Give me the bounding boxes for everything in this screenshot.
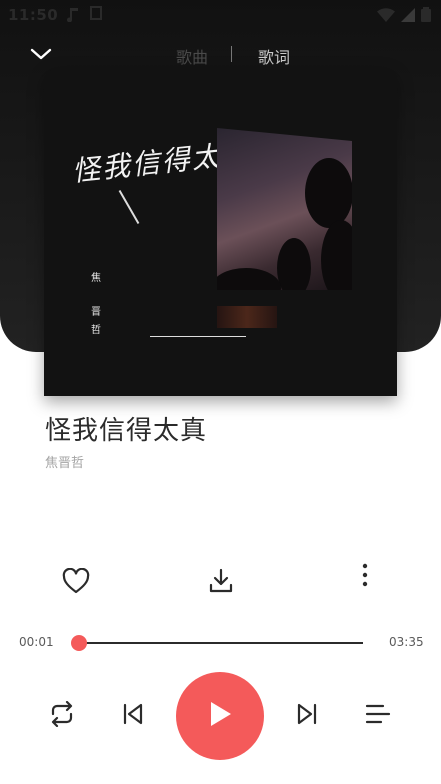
- cover-artist-gap: [90, 288, 102, 304]
- album-cover[interactable]: 怪我信得太真 焦 晋 哲: [44, 68, 397, 396]
- battery-icon: [421, 7, 431, 26]
- cover-artist-vertical: 焦 晋 哲: [90, 270, 102, 340]
- song-artist[interactable]: 焦晋哲: [45, 452, 84, 471]
- cover-artist-char: 哲: [91, 325, 101, 336]
- music-notification-icon: [66, 6, 80, 26]
- like-button[interactable]: [60, 567, 92, 598]
- song-title: 怪我信得太真: [45, 416, 208, 446]
- view-tabs: 歌曲 歌词: [0, 42, 441, 70]
- cover-artist-char: 焦: [91, 273, 101, 284]
- playlist-icon: [365, 703, 391, 729]
- skip-next-icon: [295, 702, 319, 730]
- progress-bar[interactable]: [71, 635, 363, 651]
- app-notification-icon: [90, 6, 102, 20]
- cover-photo-strip: [217, 306, 277, 328]
- cover-tree-shape: [305, 158, 352, 228]
- more-vertical-icon: [362, 563, 368, 591]
- tab-song[interactable]: 歌曲: [176, 44, 208, 68]
- download-icon: [207, 567, 235, 599]
- current-time: 00:01: [19, 635, 54, 649]
- more-options-button[interactable]: [354, 562, 376, 592]
- next-button[interactable]: [294, 702, 320, 730]
- tab-divider: [231, 46, 232, 62]
- cover-artist-char: 晋: [91, 307, 101, 318]
- playlist-button[interactable]: [364, 702, 392, 730]
- total-time: 03:35: [389, 635, 424, 649]
- play-icon: [207, 700, 233, 732]
- status-notification-icons: [66, 6, 102, 26]
- status-bar: 11:50: [0, 0, 441, 30]
- progress-thumb[interactable]: [71, 635, 88, 651]
- repeat-button[interactable]: [46, 700, 78, 731]
- download-button[interactable]: [204, 566, 238, 600]
- wifi-icon: [377, 7, 395, 26]
- skip-previous-icon: [121, 702, 145, 730]
- status-system-icons: [377, 7, 431, 26]
- previous-button[interactable]: [120, 702, 146, 730]
- status-time: 11:50: [8, 6, 59, 24]
- cover-photo: [217, 128, 352, 290]
- repeat-icon: [47, 700, 77, 731]
- cover-tree-shape: [217, 268, 281, 290]
- play-button[interactable]: [176, 672, 264, 760]
- cover-underline: [150, 336, 246, 337]
- cover-brush-stroke: [118, 190, 140, 224]
- cover-tree-shape: [321, 220, 352, 290]
- heart-icon: [62, 567, 90, 598]
- tab-lyrics[interactable]: 歌词: [258, 44, 290, 68]
- signal-icon: [401, 7, 415, 26]
- cover-tree-shape: [277, 238, 311, 290]
